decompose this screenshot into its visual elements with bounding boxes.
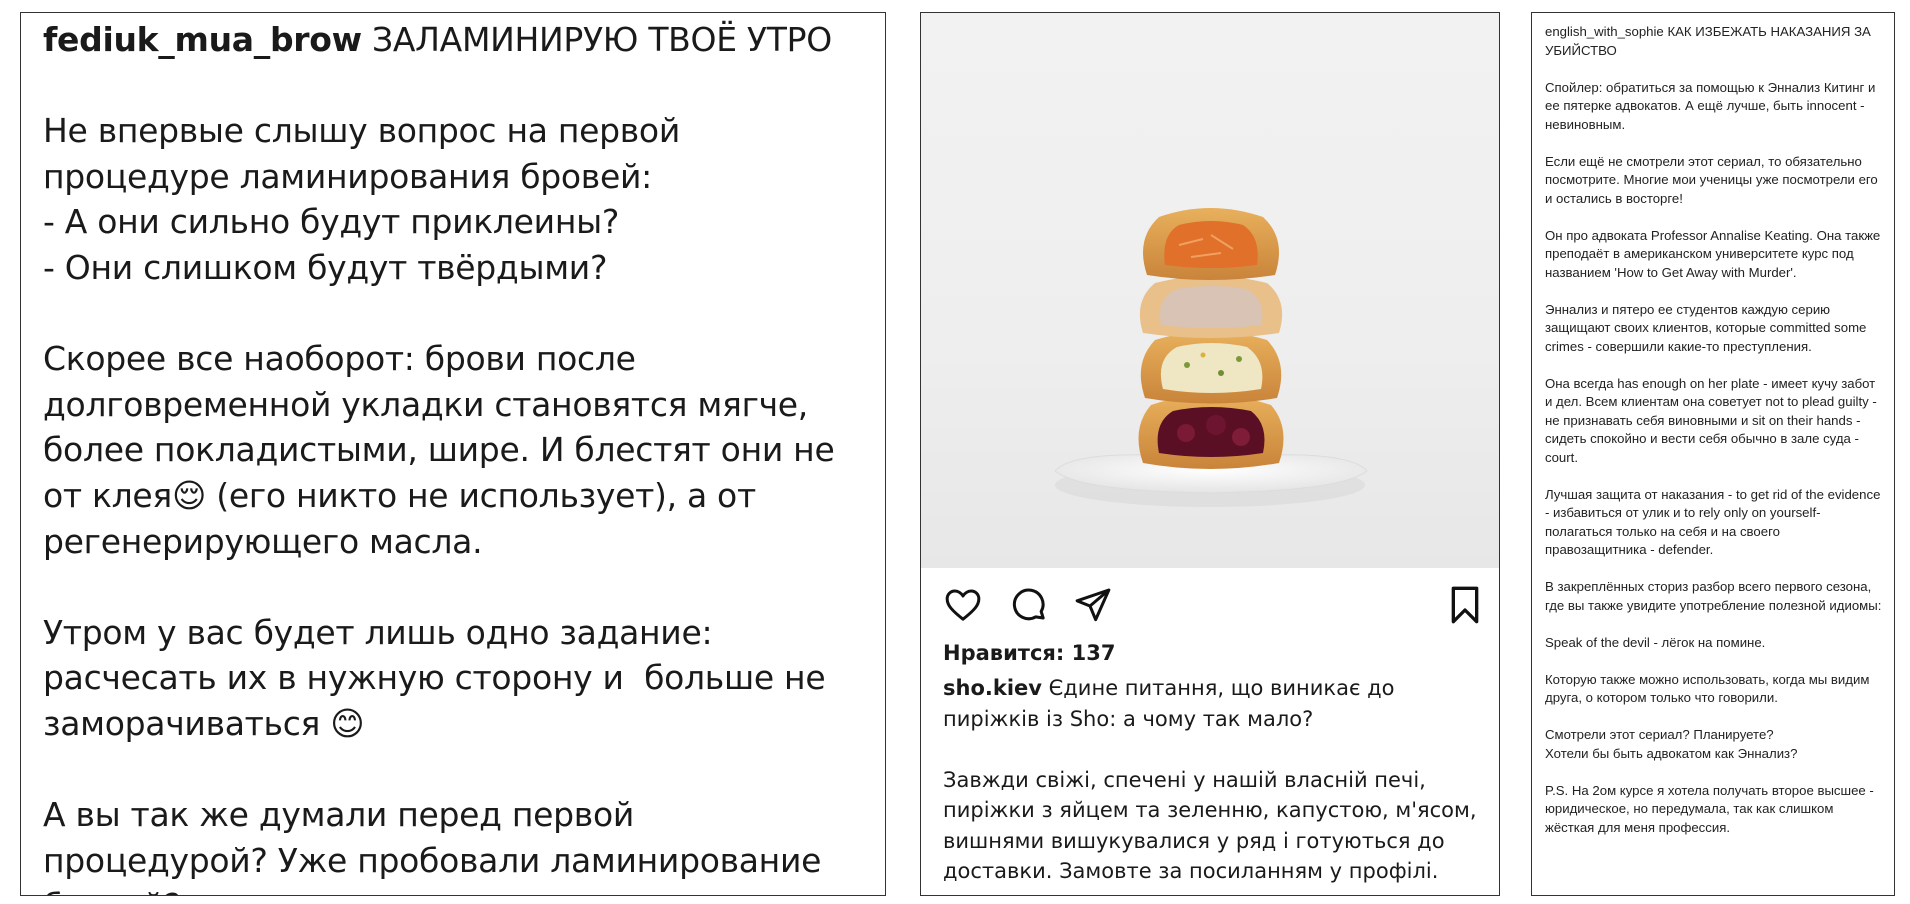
comment-icon[interactable]	[1009, 585, 1049, 630]
bookmark-icon[interactable]	[1447, 585, 1483, 630]
username-link[interactable]: english_with_sophie	[1545, 24, 1664, 39]
stacked-pies-photo	[1054, 208, 1368, 507]
send-icon[interactable]	[1073, 585, 1113, 630]
post-caption: sho.kiev Єдине питання, що виникає до пи…	[943, 673, 1488, 887]
post-caption: fediuk_mua_brow ЗАЛАМИНИРУЮ ТВОЁ УТРО Не…	[43, 17, 863, 895]
username-link[interactable]: fediuk_mua_brow	[43, 20, 362, 59]
post-middle: Нравится: 137 sho.kiev Єдине питання, що…	[920, 12, 1500, 896]
likes-count[interactable]: Нравится: 137	[943, 641, 1115, 665]
caption-text: Єдине питання, що виникає до пиріжків із…	[943, 676, 1477, 883]
caption-text: ЗАЛАМИНИРУЮ ТВОЁ УТРО Не впервые слышу в…	[43, 20, 835, 895]
post-left: fediuk_mua_brow ЗАЛАМИНИРУЮ ТВОЁ УТРО Не…	[20, 12, 886, 896]
post-actions	[943, 585, 1479, 629]
caption-text: КАК ИЗБЕЖАТЬ НАКАЗАНИЯ ЗА УБИЙСТВО Спойл…	[1545, 24, 1882, 835]
post-photo[interactable]	[921, 13, 1499, 568]
post-caption: english_with_sophie КАК ИЗБЕЖАТЬ НАКАЗАН…	[1545, 23, 1882, 837]
username-link[interactable]: sho.kiev	[943, 676, 1042, 700]
heart-icon[interactable]	[943, 585, 983, 630]
post-right: english_with_sophie КАК ИЗБЕЖАТЬ НАКАЗАН…	[1531, 12, 1895, 896]
